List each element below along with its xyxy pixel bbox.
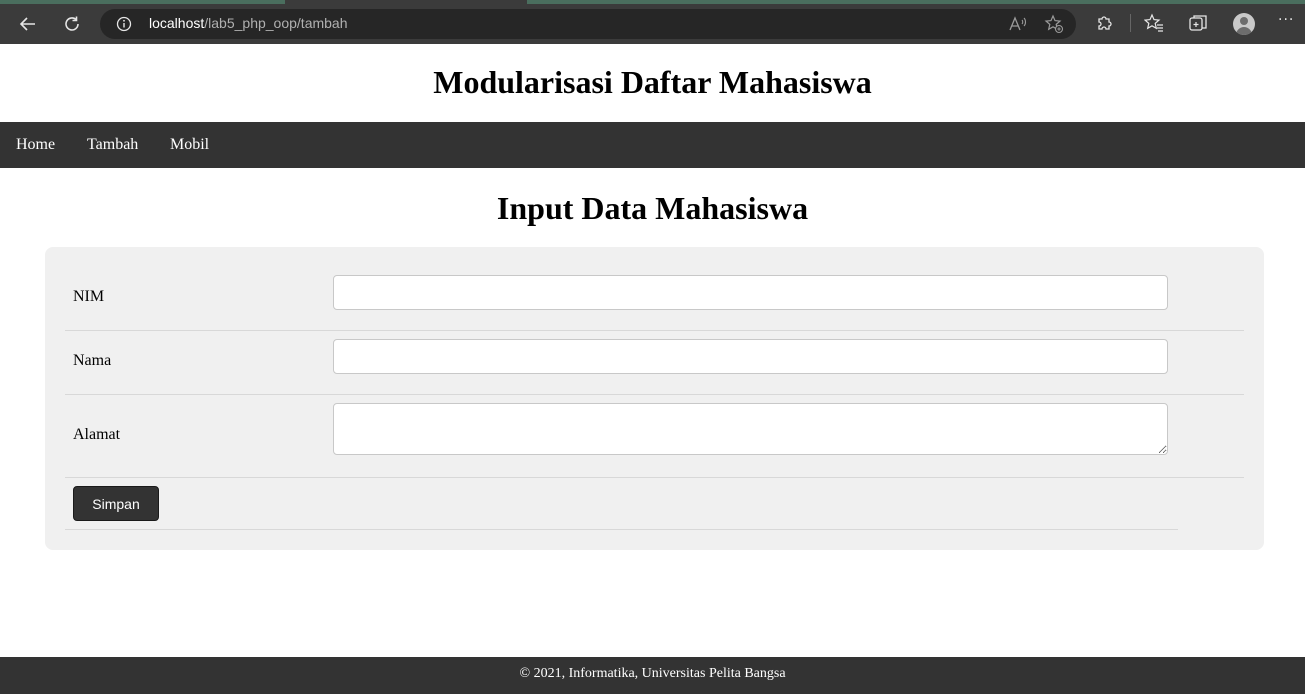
tab-strip bbox=[0, 0, 1305, 4]
browser-toolbar: localhost/lab5_php_oop/tambah ··· bbox=[0, 0, 1305, 44]
collections-button[interactable] bbox=[1186, 11, 1210, 35]
back-button[interactable] bbox=[13, 9, 43, 39]
refresh-button[interactable] bbox=[57, 9, 87, 39]
extensions-button[interactable] bbox=[1093, 11, 1117, 35]
alamat-textarea[interactable] bbox=[333, 403, 1168, 455]
refresh-icon bbox=[65, 16, 79, 31]
row-divider bbox=[65, 394, 1244, 395]
simpan-button[interactable]: Simpan bbox=[73, 486, 159, 521]
nim-label: NIM bbox=[73, 288, 105, 305]
info-icon[interactable] bbox=[116, 16, 132, 32]
collections-icon bbox=[1189, 15, 1207, 31]
footer-text: © 2021, Informatika, Universitas Pelita … bbox=[519, 666, 786, 681]
more-options-icon[interactable]: ··· bbox=[1278, 12, 1294, 28]
nav-mobil[interactable]: Mobil bbox=[170, 136, 209, 154]
nav-home[interactable]: Home bbox=[16, 136, 55, 154]
row-divider bbox=[65, 529, 1178, 530]
nama-input[interactable] bbox=[333, 339, 1168, 374]
back-arrow-icon bbox=[19, 17, 35, 31]
favorites-button[interactable] bbox=[1142, 11, 1166, 35]
nav-tambah[interactable]: Tambah bbox=[87, 136, 138, 154]
page-title: Input Data Mahasiswa bbox=[496, 190, 809, 226]
read-aloud-icon[interactable] bbox=[1008, 15, 1028, 33]
page-footer: © 2021, Informatika, Universitas Pelita … bbox=[0, 657, 1305, 694]
site-title: Modularisasi Daftar Mahasiswa bbox=[433, 64, 872, 100]
row-divider bbox=[65, 330, 1244, 331]
nim-input[interactable] bbox=[333, 275, 1168, 310]
favorites-icon bbox=[1144, 13, 1163, 32]
row-divider bbox=[65, 477, 1244, 478]
main-nav: Home Tambah Mobil bbox=[0, 122, 1305, 168]
puzzle-icon bbox=[1098, 16, 1112, 30]
alamat-label: Alamat bbox=[73, 426, 121, 443]
add-favorite-icon[interactable] bbox=[1044, 14, 1064, 34]
nama-label: Nama bbox=[73, 352, 112, 369]
profile-avatar-icon[interactable] bbox=[1233, 13, 1255, 35]
url-text: localhost/lab5_php_oop/tambah bbox=[149, 15, 348, 31]
address-bar[interactable]: localhost/lab5_php_oop/tambah bbox=[100, 9, 1076, 39]
input-form: NIM Nama Alamat Simpan bbox=[45, 247, 1264, 550]
toolbar-divider bbox=[1130, 14, 1131, 32]
